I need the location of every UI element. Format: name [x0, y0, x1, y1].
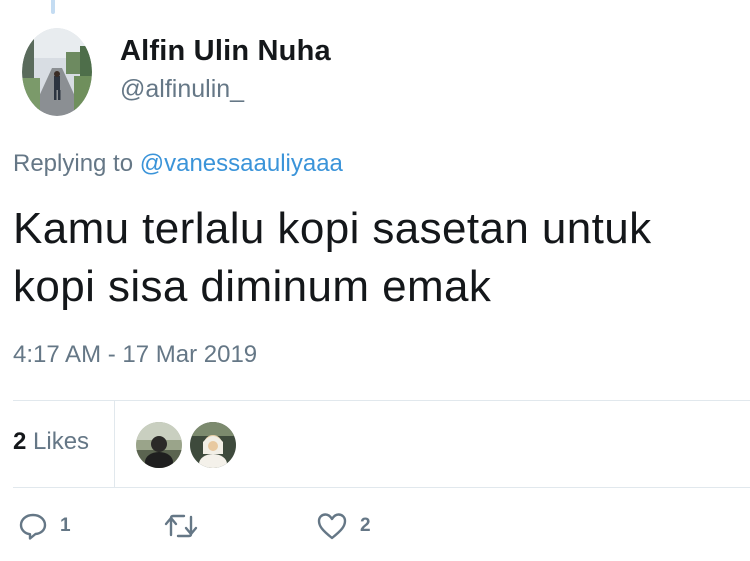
likes-separator	[114, 401, 115, 487]
author-avatar[interactable]	[22, 28, 92, 116]
tweet-text-line-2: kopi sisa diminum emak	[13, 262, 492, 311]
tweet-text: Kamu terlalu kopi sasetan untuk kopi sis…	[13, 200, 750, 316]
author-handle[interactable]: @alfinulin_	[120, 73, 331, 105]
replying-prefix: Replying to	[13, 150, 134, 177]
likes-count: 2	[13, 428, 27, 455]
retweet-button[interactable]	[164, 511, 210, 541]
replying-to: Replying to @vanessaauliyaaa	[13, 150, 343, 178]
tweet-header: Alfin Ulin Nuha @alfinulin_	[22, 28, 331, 116]
tweet-text-line-1: Kamu terlalu kopi sasetan untuk	[13, 204, 652, 253]
likes-label: Likes	[33, 428, 90, 455]
reply-button[interactable]: 1	[18, 511, 71, 541]
like-button[interactable]: 2	[316, 511, 371, 541]
tweet-timestamp[interactable]: 4:17 AM - 17 Mar 2019	[13, 341, 257, 369]
liker-avatar-1[interactable]	[136, 422, 182, 468]
thread-line	[51, 0, 55, 14]
retweet-icon	[164, 514, 198, 538]
divider-top	[13, 400, 750, 401]
replying-mention-link[interactable]: @vanessaauliyaaa	[140, 150, 343, 177]
reply-icon	[19, 513, 47, 540]
likes-summary[interactable]: 2 Likes	[13, 428, 89, 456]
like-count: 2	[360, 515, 371, 536]
reply-count: 1	[60, 515, 71, 536]
liker-avatar-2[interactable]	[190, 422, 236, 468]
divider-bottom	[13, 487, 750, 488]
author-display-name[interactable]: Alfin Ulin Nuha	[120, 33, 331, 69]
heart-icon	[317, 513, 347, 540]
